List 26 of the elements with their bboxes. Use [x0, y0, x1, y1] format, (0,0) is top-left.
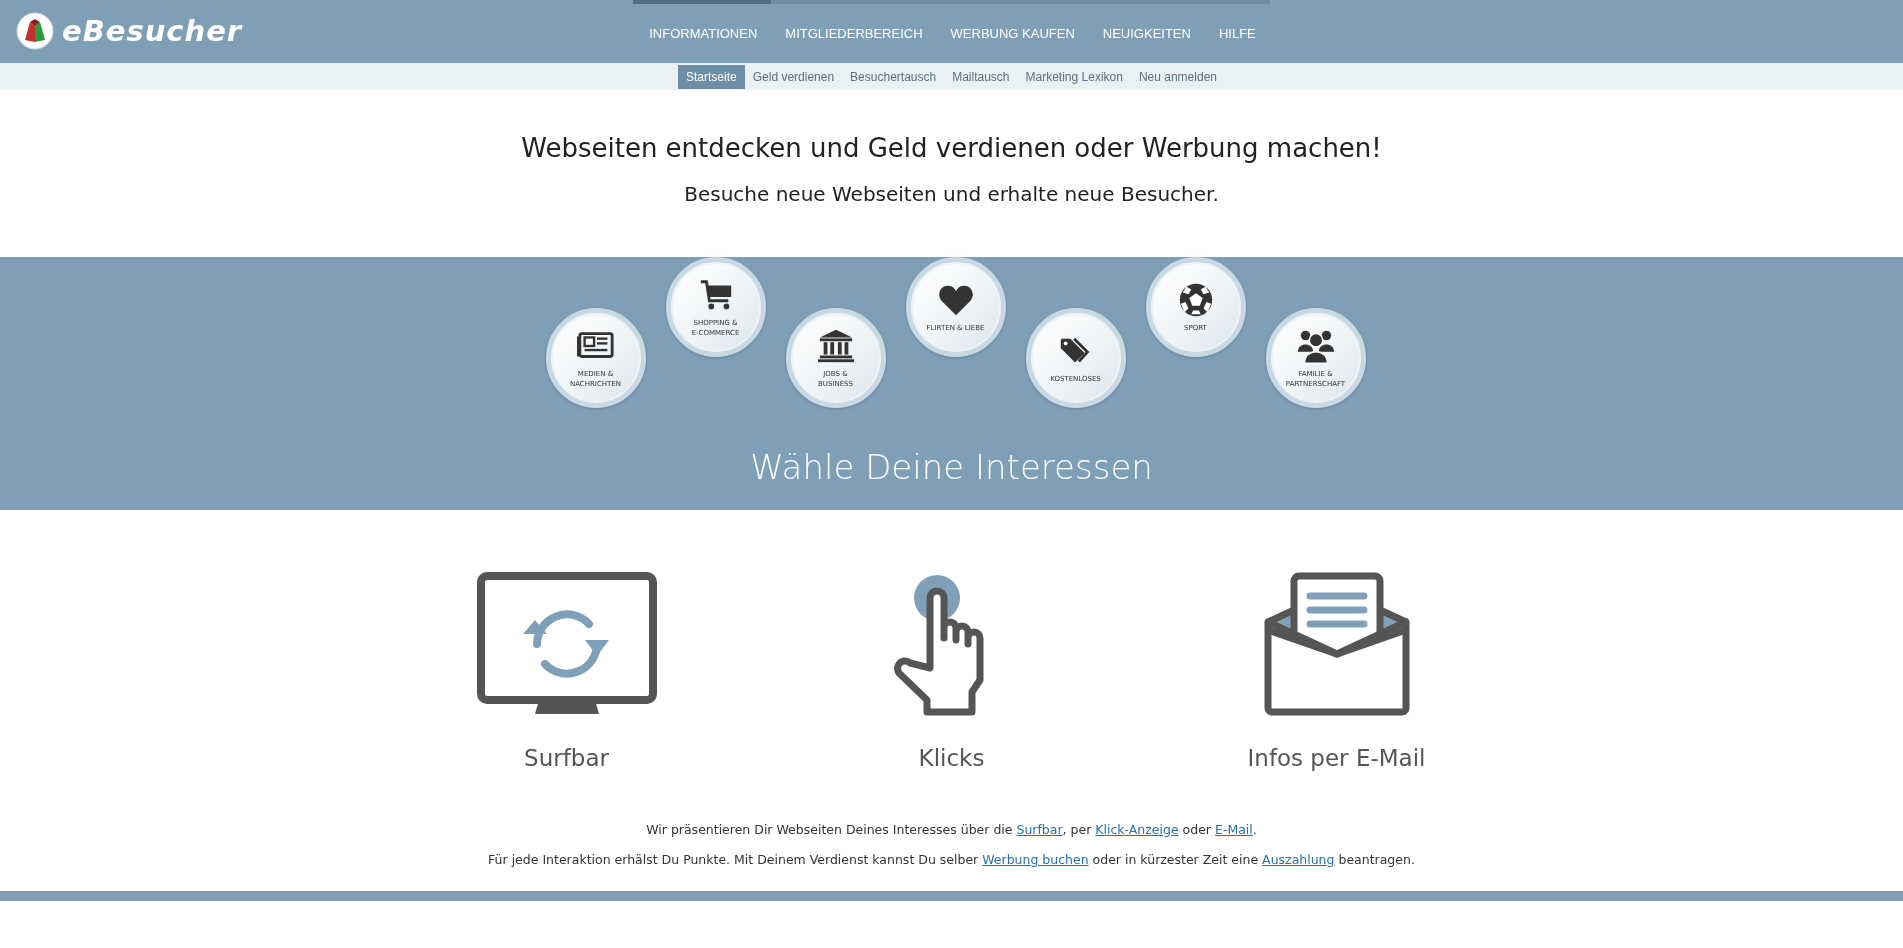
feature-title: Infos per E-Mail: [1247, 744, 1426, 774]
logo-text[interactable]: eBesucher: [62, 16, 243, 46]
description-text: Wir präsentieren Dir Webseiten Deines Interesses über die Surfbar, per Klick-Anzeige oder E-Mail.: [645, 820, 1258, 839]
subnav-link[interactable]: Startseite: [678, 64, 745, 89]
logo-icon: [16, 12, 54, 50]
nav-link[interactable]: MITGLIEDERBEREICH: [771, 0, 937, 59]
nav-link[interactable]: NEUIGKEITEN: [1088, 0, 1205, 59]
nav-link[interactable]: INFORMATIONEN: [633, 0, 772, 59]
description-text: Für jede Interaktion erhälst Du Punkte. Mit Deinem Verdienst kannst Du selber Werbung buchen oder in kürzester Zeit eine Auszahlung beantragen.: [487, 851, 1416, 870]
subnav-link[interactable]: Neu anmelden: [1130, 64, 1225, 89]
text-link[interactable]: Werbung buchen: [982, 852, 1089, 868]
subnav-link[interactable]: Mailtausch: [944, 64, 1018, 89]
feature-title: Surfbar: [524, 744, 609, 774]
nav-link[interactable]: WERBUNG KAUFEN: [936, 0, 1089, 59]
section-title: Wähle Deine Interessen: [749, 446, 1154, 490]
subnav-link[interactable]: Marketing Lexikon: [1017, 64, 1131, 89]
feature-title: Klicks: [918, 744, 985, 774]
subheadline: Besuche neue Webseiten und erhalte neue Besucher.: [683, 182, 1220, 207]
subnav-link[interactable]: Besuchertausch: [842, 64, 945, 89]
nav-link[interactable]: HILFE: [1204, 0, 1270, 59]
text-link[interactable]: E-Mail: [1215, 821, 1253, 837]
subnav-link[interactable]: Geld verdienen: [744, 64, 843, 89]
text-link[interactable]: Auszahlung: [1262, 852, 1335, 868]
headline: Webseiten entdecken und Geld verdienen oder Werbung machen!: [520, 133, 1383, 165]
text-link[interactable]: Surfbar: [1016, 821, 1063, 837]
text-link[interactable]: Klick-Anzeige: [1095, 821, 1179, 837]
